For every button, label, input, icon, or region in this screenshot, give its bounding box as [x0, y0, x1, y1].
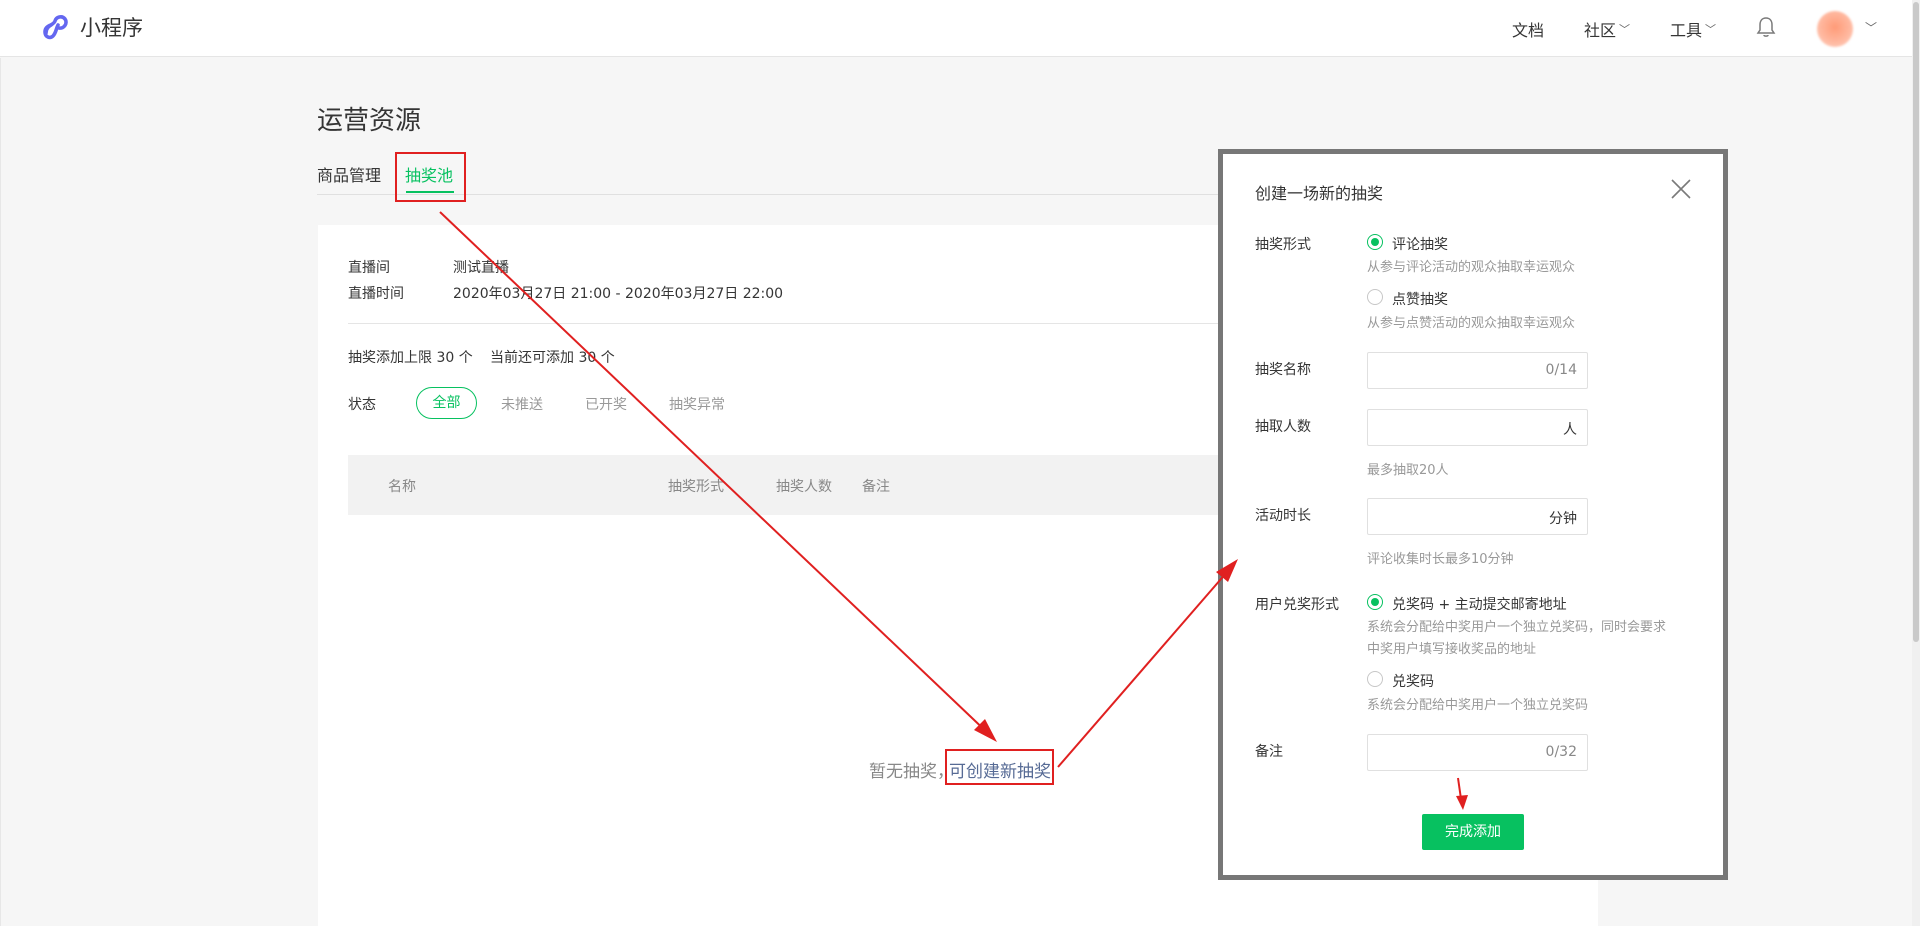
lottery-name-input[interactable]: 0/14: [1367, 352, 1588, 389]
brand-name: 小程序: [80, 16, 143, 40]
top-navbar: 小程序 文档 社区 ﹀ 工具 ﹀ ﹀: [0, 0, 1920, 57]
column-type: 抽奖形式: [668, 479, 724, 495]
radio-comment-lottery-label[interactable]: 评论抽奖: [1392, 234, 1448, 254]
winner-count-label: 抽取人数: [1255, 419, 1311, 435]
nav-docs[interactable]: 文档: [1512, 17, 1544, 41]
filter-not-pushed[interactable]: 未推送: [501, 394, 543, 414]
remark-label: 备注: [1255, 744, 1283, 760]
tab-goods[interactable]: 商品管理: [317, 162, 381, 186]
remark-input[interactable]: 0/32: [1367, 734, 1588, 771]
annotation-box: [945, 749, 1054, 785]
chevron-down-icon[interactable]: ﹀: [1865, 19, 1877, 36]
filter-drawn[interactable]: 已开奖: [585, 394, 627, 414]
live-time-label: 直播时间: [348, 286, 404, 302]
table-header: 名称 抽奖形式 抽奖人数 备注: [348, 455, 1228, 515]
winner-count-unit: 人: [1563, 422, 1577, 438]
duration-hint: 评论收集时长最多10分钟: [1367, 552, 1514, 567]
radio-like-lottery-label[interactable]: 点赞抽奖: [1392, 289, 1448, 309]
winner-count-input[interactable]: 人: [1367, 409, 1588, 446]
duration-label: 活动时长: [1255, 508, 1311, 524]
bell-icon[interactable]: [1756, 16, 1776, 38]
column-name: 名称: [388, 479, 416, 495]
avatar[interactable]: [1817, 11, 1853, 47]
remark-counter: 0/32: [1545, 744, 1577, 760]
lottery-name-counter: 0/14: [1545, 362, 1577, 378]
radio-code-only-hint: 系统会分配给中奖用户一个独立兑奖码: [1367, 698, 1589, 713]
modal-title: 创建一场新的抽奖: [1255, 184, 1384, 203]
miniprogram-logo-icon: [43, 15, 68, 40]
chevron-down-icon: ﹀: [1705, 23, 1717, 36]
radio-code-with-address[interactable]: [1367, 594, 1383, 610]
live-time-value: 2020年03月27日 21:00 - 2020年03月27日 22:00: [453, 286, 784, 302]
duration-input[interactable]: 分钟: [1367, 498, 1588, 535]
brand-logo[interactable]: 小程序: [38, 11, 143, 43]
live-room-label: 直播间: [348, 260, 390, 276]
filter-all[interactable]: 全部: [416, 387, 477, 419]
radio-comment-lottery-hint: 从参与评论活动的观众抽取幸运观众: [1367, 260, 1576, 275]
page-title: 运营资源: [317, 106, 422, 136]
radio-like-lottery-hint: 从参与点赞活动的观众抽取幸运观众: [1367, 316, 1576, 331]
close-icon[interactable]: [1669, 177, 1693, 201]
limit-remaining-text: 当前还可添加 30 个: [490, 350, 615, 366]
status-filter-label: 状态: [348, 397, 376, 413]
lottery-type-label: 抽奖形式: [1255, 237, 1311, 253]
annotation-box: [395, 152, 466, 202]
scrollbar[interactable]: [1912, 0, 1920, 926]
radio-code-only-label[interactable]: 兑奖码: [1392, 671, 1434, 691]
radio-like-lottery[interactable]: [1367, 289, 1383, 305]
radio-comment-lottery[interactable]: [1367, 234, 1383, 250]
scrollbar-thumb[interactable]: [1913, 2, 1919, 642]
lottery-name-label: 抽奖名称: [1255, 362, 1311, 378]
radio-code-with-address-hint-1: 系统会分配给中奖用户一个独立兑奖码，同时会要求: [1367, 620, 1667, 635]
redeem-type-label: 用户兑奖形式: [1255, 597, 1339, 613]
nav-community-label: 社区: [1584, 21, 1617, 40]
chevron-down-icon: ﹀: [1619, 23, 1631, 36]
radio-code-with-address-label[interactable]: 兑奖码 + 主动提交邮寄地址: [1392, 594, 1567, 614]
column-remark: 备注: [862, 479, 890, 495]
nav-docs-label: 文档: [1512, 21, 1545, 40]
duration-unit: 分钟: [1549, 511, 1577, 527]
empty-state-text: 暂无抽奖，: [869, 762, 954, 782]
live-room-value: 测试直播: [453, 260, 509, 276]
winner-count-hint: 最多抽取20人: [1367, 463, 1449, 478]
nav-tools[interactable]: 工具 ﹀: [1670, 17, 1716, 41]
submit-button[interactable]: 完成添加: [1422, 814, 1524, 850]
nav-tools-label: 工具: [1670, 21, 1703, 40]
radio-code-with-address-hint-2: 中奖用户填写接收奖品的地址: [1367, 642, 1537, 657]
nav-community[interactable]: 社区 ﹀: [1584, 17, 1630, 41]
column-count: 抽奖人数: [776, 479, 832, 495]
filter-abnormal[interactable]: 抽奖异常: [669, 394, 725, 414]
divider: [0, 58, 1, 926]
divider: [348, 323, 1228, 324]
radio-code-only[interactable]: [1367, 671, 1383, 687]
limit-max-text: 抽奖添加上限 30 个: [348, 350, 473, 366]
